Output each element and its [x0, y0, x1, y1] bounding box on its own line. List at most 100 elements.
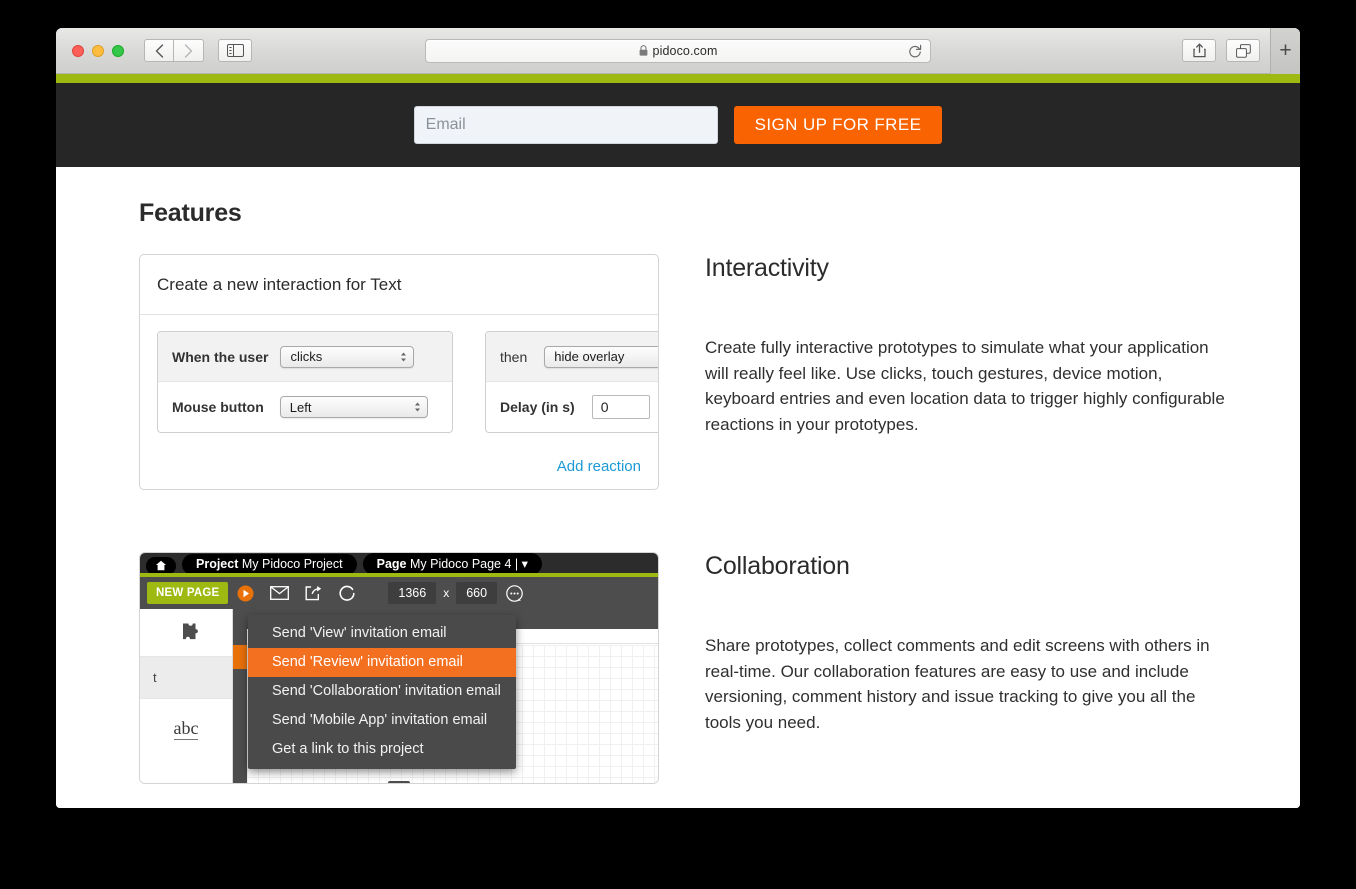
minimize-window-button[interactable]	[92, 44, 104, 57]
menu-item-send-collaboration-invitation[interactable]: Send 'Collaboration' invitation email	[248, 677, 516, 706]
editor-home-button[interactable]	[146, 557, 176, 573]
preview-button[interactable]	[228, 585, 262, 602]
editor-topbar: Project My Pidoco Project Page My Pidoco…	[140, 553, 658, 573]
chevron-updown-icon	[414, 402, 421, 413]
project-name: My Pidoco Project	[241, 557, 343, 571]
page-body: Features Create a new interaction for Te…	[56, 167, 1300, 808]
share-button[interactable]	[1182, 39, 1216, 62]
editor-stencil-panel: t abc	[140, 609, 233, 783]
editor-page-pill[interactable]: Page My Pidoco Page 4 | ▾	[362, 553, 542, 573]
then-row: then hide overlay	[486, 332, 658, 382]
feature-row-collaboration: Project My Pidoco Project Page My Pidoco…	[123, 552, 1233, 784]
menu-item-get-link[interactable]: Get a link to this project	[248, 735, 516, 764]
editor-toolbar: NEW PAGE 1366 x 660	[140, 577, 658, 609]
feature-text-interactivity: Interactivity Create fully interactive p…	[705, 254, 1233, 490]
mouse-button-label: Mouse button	[172, 399, 264, 415]
feature-heading-collaboration: Collaboration	[705, 552, 850, 580]
maximize-window-button[interactable]	[112, 44, 124, 57]
stencil-row-text[interactable]: t	[140, 657, 232, 699]
email-field[interactable]	[413, 106, 718, 144]
trigger-panel: When the user clicks Mouse button Left	[157, 331, 453, 433]
menu-item-send-view-invitation[interactable]: Send 'View' invitation email	[248, 619, 516, 648]
page-prefix: Page	[376, 557, 407, 571]
reaction-panel: then hide overlay Delay (in s) 0	[485, 331, 658, 433]
then-label: then	[500, 348, 528, 365]
feature-heading-interactivity: Interactivity	[705, 254, 829, 282]
show-tabs-button[interactable]	[1226, 39, 1260, 62]
feature-paragraph-interactivity: Create fully interactive prototypes to s…	[705, 338, 1225, 434]
add-reaction-link[interactable]: Add reaction	[557, 458, 641, 475]
feature-paragraph-collaboration: Share prototypes, collect comments and e…	[705, 636, 1210, 732]
when-the-user-row: When the user clicks	[158, 332, 452, 382]
lock-icon	[639, 45, 648, 56]
interaction-dialog-screenshot: Create a new interaction for Text When t…	[139, 254, 659, 490]
address-text: pidoco.com	[652, 43, 718, 58]
editor-side-rail[interactable]	[233, 609, 247, 783]
reload-icon[interactable]	[908, 44, 922, 59]
browser-window: pidoco.com + Email SIGN UP FOR FREE Feat…	[56, 28, 1300, 808]
new-tab-button[interactable]: +	[1270, 28, 1300, 74]
dialog-title: Create a new interaction for Text	[140, 255, 658, 315]
toolbar-right-group: +	[1182, 28, 1300, 74]
refresh-icon	[338, 584, 357, 603]
chevron-right-icon	[184, 43, 193, 58]
project-prefix: Project	[196, 557, 239, 571]
when-the-user-label: When the user	[172, 348, 269, 365]
delay-input[interactable]: 0	[591, 395, 650, 419]
dimension-separator: x	[443, 586, 450, 600]
canvas-resize-handle[interactable]	[388, 781, 410, 783]
trigger-select[interactable]: clicks	[280, 345, 415, 368]
navigation-buttons	[144, 39, 204, 62]
email-invite-button[interactable]	[262, 586, 296, 600]
share-project-button[interactable]	[296, 585, 330, 601]
show-tabs-icon	[1235, 43, 1251, 58]
text-tool-label: abc	[173, 718, 199, 740]
share-context-menu: Send 'View' invitation email Send 'Revie…	[248, 615, 516, 769]
delay-label: Delay (in s)	[500, 399, 575, 415]
trigger-select-value: clicks	[290, 349, 323, 364]
sign-up-button[interactable]: SIGN UP FOR FREE	[733, 106, 943, 144]
editor-project-pill[interactable]: Project My Pidoco Project	[182, 554, 357, 573]
feature-text-collaboration: Collaboration Share prototypes, collect …	[705, 552, 1233, 784]
share-icon	[1192, 43, 1206, 58]
mouse-button-select-value: Left	[289, 399, 312, 415]
address-bar[interactable]: pidoco.com	[425, 38, 931, 63]
pidoco-editor: Project My Pidoco Project Page My Pidoco…	[139, 552, 659, 784]
brand-accent-band	[56, 74, 1300, 83]
sidebar-toggle-button[interactable]	[218, 39, 252, 62]
menu-item-send-review-invitation[interactable]: Send 'Review' invitation email	[248, 648, 516, 677]
chevron-left-icon	[155, 43, 164, 58]
share-arrow-icon	[305, 585, 322, 601]
chevron-updown-icon	[400, 351, 407, 362]
canvas-width-input[interactable]: 1366	[388, 582, 437, 604]
back-button[interactable]	[144, 39, 174, 62]
new-page-button[interactable]: NEW PAGE	[147, 582, 229, 604]
sidebar-toggle-icon	[226, 44, 244, 57]
window-traffic-lights	[72, 44, 124, 57]
forward-button[interactable]	[174, 39, 204, 62]
browser-titlebar: pidoco.com +	[56, 28, 1300, 74]
delay-row: Delay (in s) 0	[486, 382, 658, 432]
reaction-select[interactable]: hide overlay	[544, 345, 658, 368]
more-options-button[interactable]	[497, 584, 531, 602]
close-window-button[interactable]	[72, 44, 84, 57]
rail-active-segment	[233, 645, 247, 669]
content-container: Features Create a new interaction for Te…	[123, 199, 1233, 784]
reaction-select-value: hide overlay	[554, 349, 625, 364]
stencil-item-text[interactable]: abc	[140, 699, 232, 759]
stencil-group-widgets[interactable]	[140, 609, 232, 657]
mouse-button-select[interactable]: Left	[279, 396, 428, 418]
interaction-dialog: Create a new interaction for Text When t…	[139, 254, 659, 490]
envelope-icon	[269, 586, 289, 600]
signup-header: SIGN UP FOR FREE	[56, 83, 1300, 167]
feature-row-interactivity: Create a new interaction for Text When t…	[123, 254, 1233, 490]
puzzle-piece-icon	[174, 621, 199, 645]
canvas-height-input[interactable]: 660	[456, 582, 498, 604]
mouse-button-row: Mouse button Left	[158, 382, 452, 432]
page-title: Features	[139, 199, 242, 227]
menu-item-send-mobile-app-invitation[interactable]: Send 'Mobile App' invitation email	[248, 706, 516, 735]
dialog-body: When the user clicks Mouse button Left t…	[140, 315, 658, 489]
editor-screenshot: Project My Pidoco Project Page My Pidoco…	[139, 552, 659, 784]
refresh-button[interactable]	[330, 584, 364, 603]
play-icon	[237, 585, 254, 602]
